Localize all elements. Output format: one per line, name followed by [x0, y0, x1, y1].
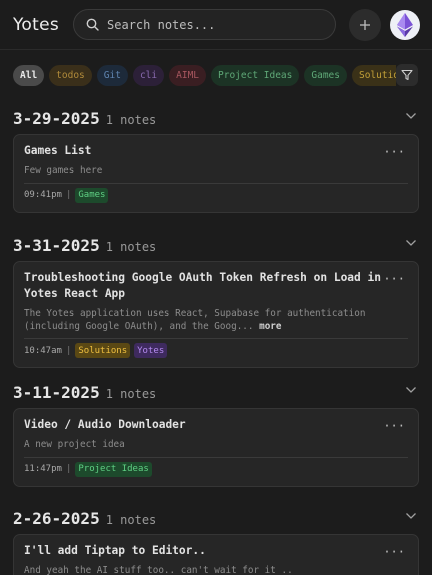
note-title: Video / Audio Downloader	[24, 418, 186, 431]
note-meta: 11:47pm | Project Ideas	[24, 456, 408, 477]
search-icon	[86, 18, 99, 31]
group-note-count: 1 notes	[105, 512, 157, 527]
tag-chip-todos[interactable]: todos	[49, 64, 92, 86]
note-title: Troubleshooting Google OAuth Token Refre…	[24, 271, 381, 300]
note-card[interactable]: I'll add Tiptap to Editor.. ··· And yeah t…	[13, 534, 419, 575]
note-preview: A new project idea	[24, 439, 408, 452]
search-input[interactable]	[107, 17, 308, 32]
note-title: I'll add Tiptap to Editor..	[24, 544, 206, 557]
group-date: 3-11-2025	[13, 382, 100, 402]
group-note-count: 1 notes	[105, 239, 157, 254]
note-card[interactable]: Games List ··· Few games here 09:41pm | Games	[13, 134, 419, 213]
add-note-button[interactable]	[349, 8, 382, 41]
note-preview-text: A new project idea	[24, 439, 125, 450]
note-time: 09:41pm	[24, 190, 62, 200]
note-tag[interactable]: Yotes	[134, 343, 168, 358]
note-preview-text: And yeah the AI stuff too.. can't wait f…	[24, 565, 293, 575]
note-preview: The Yotes application uses React, Supaba…	[24, 308, 408, 333]
read-more-link[interactable]: more	[259, 321, 281, 332]
group-note-count: 1 notes	[105, 386, 157, 401]
group-date: 3-29-2025	[13, 108, 100, 128]
date-group: 3-31-2025 1 notes Troubleshooting Google O…	[0, 230, 432, 368]
date-group: 2-26-2025 1 notes I'll add Tiptap to Edito…	[0, 503, 432, 575]
note-tag[interactable]: Project Ideas	[75, 461, 152, 477]
note-tag[interactable]: Solutions	[75, 343, 131, 358]
chevron-down-icon[interactable]	[405, 112, 417, 120]
date-group: 3-29-2025 1 notes Games List ··· Few games h…	[0, 103, 432, 213]
note-time: 11:47pm	[24, 464, 62, 474]
chevron-down-icon[interactable]	[405, 386, 417, 394]
group-date: 2-26-2025	[13, 508, 100, 528]
note-card[interactable]: Troubleshooting Google OAuth Token Refre…	[13, 261, 419, 368]
note-preview-text: The Yotes application uses React, Supaba…	[24, 308, 366, 332]
chevron-down-icon[interactable]	[405, 239, 417, 247]
note-card[interactable]: Video / Audio Downloader ··· A new project…	[13, 408, 419, 487]
tag-filter-bar: All todos Git cli AIML Project Ideas Games Solu…	[0, 50, 432, 100]
meta-separator: |	[65, 464, 72, 474]
filter-icon	[401, 69, 413, 81]
tag-chip-project-ideas[interactable]: Project Ideas	[211, 64, 300, 86]
ethereum-logo-icon	[397, 12, 414, 37]
tag-chip-games[interactable]: Games	[304, 64, 347, 86]
meta-separator: |	[65, 190, 72, 200]
top-bar: Yotes	[0, 0, 432, 50]
note-meta: 10:47am | Solutions Yotes	[24, 338, 408, 358]
note-meta: 09:41pm | Games	[24, 182, 408, 203]
chevron-down-icon[interactable]	[405, 512, 417, 520]
tag-chip-cli[interactable]: cli	[132, 64, 165, 86]
search-bar[interactable]	[73, 9, 337, 40]
note-tag[interactable]: Games	[75, 187, 109, 203]
note-preview: Few games here	[24, 165, 408, 178]
avatar[interactable]	[390, 9, 420, 40]
plus-icon	[360, 19, 371, 30]
note-preview-text: Few games here	[24, 165, 103, 176]
date-group: 3-11-2025 1 notes Video / Audio Downloader…	[0, 377, 432, 487]
note-preview: And yeah the AI stuff too.. can't wait f…	[24, 565, 408, 575]
group-note-count: 1 notes	[105, 112, 157, 127]
note-title: Games List	[24, 144, 92, 157]
date-group-header[interactable]: 3-11-2025 1 notes	[13, 377, 419, 407]
date-group-header[interactable]: 3-29-2025 1 notes	[13, 103, 419, 133]
group-date: 3-31-2025	[13, 235, 100, 255]
tag-chip-aiml[interactable]: AIML	[169, 64, 207, 86]
date-group-header[interactable]: 2-26-2025 1 notes	[13, 503, 419, 533]
more-options-icon[interactable]: ···	[383, 419, 405, 433]
tag-chip-git[interactable]: Git	[96, 64, 128, 86]
tag-chip-all[interactable]: All	[13, 64, 45, 86]
date-group-header[interactable]: 3-31-2025 1 notes	[13, 230, 419, 260]
more-options-icon[interactable]: ···	[383, 272, 405, 286]
app-title: Yotes	[13, 14, 60, 35]
more-options-icon[interactable]: ···	[383, 545, 405, 559]
meta-separator: |	[65, 345, 72, 356]
more-options-icon[interactable]: ···	[383, 145, 405, 159]
filter-button[interactable]	[396, 64, 432, 86]
note-time: 10:47am	[24, 345, 62, 356]
